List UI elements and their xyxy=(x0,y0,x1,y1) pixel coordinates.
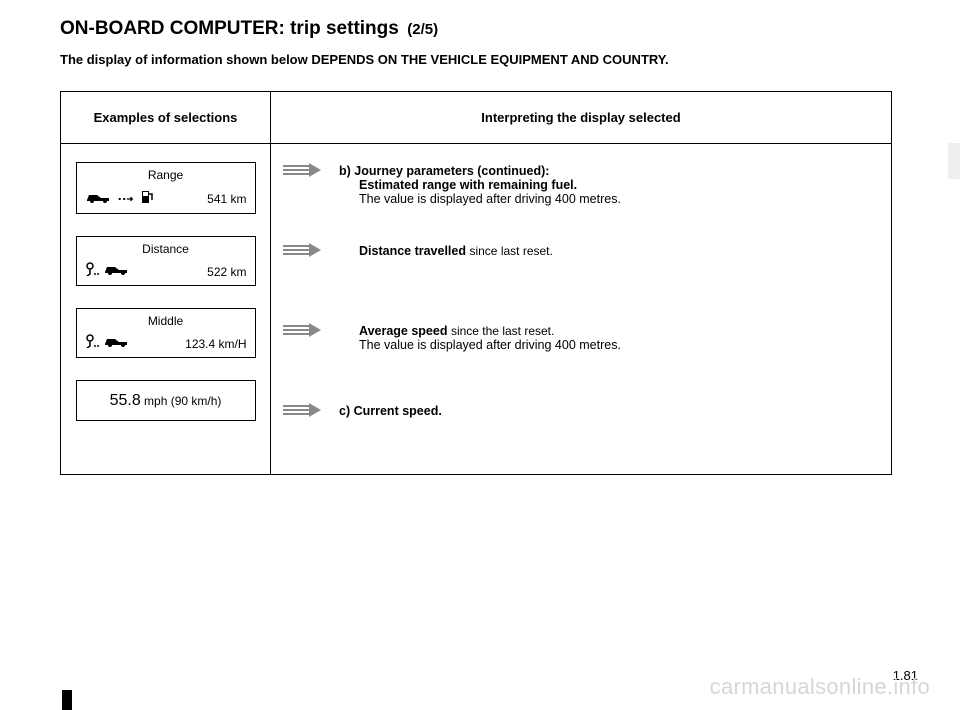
display-value: 541 km xyxy=(207,192,246,206)
display-box-speed: 55.8 mph (90 km/h) xyxy=(76,380,256,421)
display-box-distance: Distance 522 km xyxy=(76,236,256,286)
desc-bold: Distance travelled xyxy=(359,244,469,258)
display-value-small: mph (90 km/h) xyxy=(141,394,222,408)
desc-bold: Estimated range with remaining fuel. xyxy=(359,178,577,192)
car-to-fuel-icon xyxy=(85,188,154,209)
page-subtitle: The display of information shown below D… xyxy=(60,52,920,67)
interpretation-cell: b) Journey parameters (continued): Estim… xyxy=(271,144,891,474)
desc-row: b) Journey parameters (continued): Estim… xyxy=(281,162,881,214)
desc-row: Distance travelled since last reset. xyxy=(281,242,881,294)
desc-heading: b) Journey parameters (continued): xyxy=(339,164,881,178)
pin-car-icon xyxy=(85,334,131,353)
arrow-icon xyxy=(281,162,323,178)
display-label: Middle xyxy=(85,314,247,328)
desc-row: c) Current speed. xyxy=(281,402,881,454)
examples-cell: Range 541 km Distance xyxy=(61,144,271,474)
desc-bold: Average speed xyxy=(359,324,451,338)
display-label: Distance xyxy=(85,242,247,256)
header-examples: Examples of selections xyxy=(61,92,271,143)
arrow-icon xyxy=(281,242,323,258)
page-title-main: ON-BOARD COMPUTER: trip settings xyxy=(60,18,399,39)
watermark: carmanualsonline.info xyxy=(710,674,930,700)
desc-line2: The value is displayed after driving 400… xyxy=(359,338,881,352)
display-value: 123.4 km/H xyxy=(185,337,246,351)
desc-line2: The value is displayed after driving 400… xyxy=(359,192,881,206)
display-box-middle: Middle 123.4 km/H xyxy=(76,308,256,358)
settings-table: Examples of selections Interpreting the … xyxy=(60,91,892,475)
display-value-big: 55.8 xyxy=(110,392,141,409)
page-title-sub: (2/5) xyxy=(407,21,438,38)
arrow-icon xyxy=(281,402,323,418)
desc-rest: since last reset. xyxy=(469,244,552,258)
display-box-range: Range 541 km xyxy=(76,162,256,214)
table-header-row: Examples of selections Interpreting the … xyxy=(61,92,891,144)
display-value: 522 km xyxy=(207,265,246,279)
footer-tab xyxy=(62,690,72,710)
desc-bold: c) Current speed. xyxy=(339,404,442,418)
pin-car-icon xyxy=(85,262,131,281)
header-interpreting: Interpreting the display selected xyxy=(271,92,891,143)
table-body-row: Range 541 km Distance xyxy=(61,144,891,474)
side-tab xyxy=(948,143,960,179)
desc-rest: since the last reset. xyxy=(451,324,554,338)
display-label: Range xyxy=(85,168,247,182)
desc-row: Average speed since the last reset. The … xyxy=(281,322,881,374)
arrow-icon xyxy=(281,322,323,338)
